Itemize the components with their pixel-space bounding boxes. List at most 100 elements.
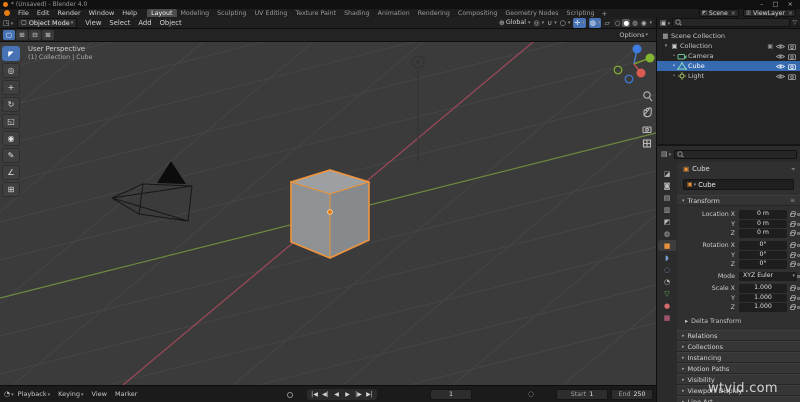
gizmo-y-axis[interactable] xyxy=(645,53,655,63)
show-overlays-toggle[interactable]: ◍ xyxy=(588,17,602,28)
jump-to-start-button[interactable]: |◀ xyxy=(309,389,320,400)
lock-icon[interactable] xyxy=(790,251,796,258)
tool-measure[interactable]: ∠ xyxy=(2,165,20,180)
viewport-canvas[interactable] xyxy=(0,42,656,385)
outliner-row-scene-collection[interactable]: ▦ Scene Collection xyxy=(657,31,800,41)
pivot-point-dropdown[interactable]: ◎ xyxy=(534,18,545,28)
outliner-row-light[interactable]: • Light xyxy=(657,71,800,81)
options-dropdown[interactable]: Options xyxy=(619,31,653,39)
lock-icon[interactable] xyxy=(790,261,796,267)
collection-checkbox-icon[interactable]: ▣ xyxy=(767,43,773,50)
location-y-field[interactable]: 0 m xyxy=(739,219,787,228)
proportional-editing-dropdown[interactable]: ○ xyxy=(560,18,571,28)
navigation-gizmo[interactable] xyxy=(613,44,655,84)
blender-app-menu[interactable] xyxy=(0,10,14,16)
select-mode-subtract-button[interactable]: ⊟ xyxy=(29,30,41,40)
show-gizmo-toggle[interactable]: ✛ xyxy=(573,17,586,28)
select-mode-extend-button[interactable]: ⊞ xyxy=(16,30,28,40)
hide-eye-icon[interactable] xyxy=(776,53,785,60)
properties-editor-icon[interactable]: ▤ xyxy=(661,150,671,158)
frame-start-field[interactable]: Start 1 xyxy=(556,389,608,400)
filter-icon[interactable]: ▽ xyxy=(792,19,797,26)
gizmo-x-axis[interactable] xyxy=(636,68,646,78)
tab-render[interactable]: ◙ xyxy=(658,180,676,191)
tab-world[interactable]: ◍ xyxy=(658,228,676,239)
menu-object[interactable]: Object xyxy=(156,19,186,27)
maximize-button[interactable]: □ xyxy=(772,0,778,9)
tool-scale[interactable]: ◱ xyxy=(2,114,20,129)
tool-annotate[interactable]: ✎ xyxy=(2,148,20,163)
outliner-display-mode-icon[interactable]: ▣ xyxy=(660,19,670,27)
next-keyframe-button[interactable]: |▶ xyxy=(353,389,364,400)
properties-search-input[interactable] xyxy=(674,149,797,159)
tab-object[interactable]: ■ xyxy=(658,240,676,251)
panel-motion-paths[interactable]: ▸ Motion Paths xyxy=(677,363,800,374)
timeline-menu-keying[interactable]: Keying xyxy=(54,390,87,398)
auto-keyframe-button[interactable] xyxy=(287,392,293,398)
tool-rotate[interactable]: ↻ xyxy=(2,97,20,112)
tab-scene[interactable]: ◩ xyxy=(658,216,676,227)
rotation-y-field[interactable]: 0° xyxy=(739,250,787,259)
scene-unlink-icon[interactable]: × xyxy=(731,10,736,17)
panel-instancing[interactable]: ▸ Instancing xyxy=(677,352,800,363)
hide-eye-icon[interactable] xyxy=(776,73,785,80)
gizmo-z-axis[interactable] xyxy=(632,44,642,54)
transform-orientation-dropdown[interactable]: ⊕ Global xyxy=(499,18,530,28)
tab-object-data[interactable]: ▽ xyxy=(658,288,676,299)
tool-transform[interactable]: ◉ xyxy=(2,131,20,146)
disable-render-camera-icon[interactable] xyxy=(788,63,797,70)
scale-y-field[interactable]: 1.000 xyxy=(739,293,787,302)
minimize-button[interactable]: – xyxy=(760,0,763,9)
menu-add[interactable]: Add xyxy=(134,19,155,27)
tool-move[interactable]: + xyxy=(2,80,20,95)
tab-material[interactable]: ● xyxy=(658,300,676,311)
panel-line-art[interactable]: ▸ Line Art xyxy=(677,396,800,402)
menu-view[interactable]: View xyxy=(81,19,105,27)
previous-keyframe-button[interactable]: ◀| xyxy=(320,389,331,400)
scale-z-field[interactable]: 1.000 xyxy=(739,303,787,312)
jump-to-end-button[interactable]: ▶| xyxy=(364,389,375,400)
location-z-field[interactable]: 0 m xyxy=(739,229,787,238)
lock-icon[interactable] xyxy=(790,304,796,310)
view-layer-remove-icon[interactable]: × xyxy=(788,10,793,17)
tab-view-layer[interactable]: ▥ xyxy=(658,204,676,215)
light-object[interactable] xyxy=(411,55,425,162)
shading-rendered-button[interactable]: ◉ xyxy=(640,19,648,27)
snap-dropdown[interactable]: ∪ xyxy=(547,18,557,28)
lock-icon[interactable] xyxy=(790,285,796,291)
lock-icon[interactable] xyxy=(790,294,796,301)
rotation-z-field[interactable]: 0° xyxy=(739,260,787,269)
disable-render-camera-icon[interactable] xyxy=(788,53,797,60)
delta-transform-panel[interactable]: ▸ Delta Transform xyxy=(677,316,800,326)
panel-collections[interactable]: ▸ Collections xyxy=(677,341,800,352)
outliner-row-camera[interactable]: • Camera xyxy=(657,51,800,61)
pin-id-icon[interactable]: ⌖ xyxy=(791,165,795,174)
hide-eye-icon[interactable] xyxy=(776,63,785,70)
outliner-row-cube[interactable]: • Cube xyxy=(657,61,800,71)
xray-toggle[interactable]: ▱ xyxy=(604,18,609,28)
timeline-menu-view[interactable]: View xyxy=(88,390,111,398)
cube-object[interactable] xyxy=(289,169,371,259)
select-mode-intersect-button[interactable]: ⊠ xyxy=(42,30,54,40)
timeline-editor-icon[interactable]: ◔ xyxy=(4,390,14,398)
panel-menu-icon[interactable]: ≡ xyxy=(790,197,795,204)
timeline-menu-playback[interactable]: Playback xyxy=(14,390,55,398)
outliner-row-collection[interactable]: ▾ ▣ Collection ▣ xyxy=(657,41,800,51)
tab-output[interactable]: ▤ xyxy=(658,192,676,203)
lock-icon[interactable] xyxy=(790,242,796,248)
shading-wireframe-button[interactable]: ○ xyxy=(614,19,622,27)
keying-set-icon[interactable]: ◌ xyxy=(528,390,534,398)
object-name-field[interactable]: ▣ Cube xyxy=(683,179,794,190)
editor-type-icon[interactable]: ◳ xyxy=(3,19,13,27)
scene-selector[interactable]: ◩ Scene × xyxy=(698,9,739,17)
tab-constraints[interactable]: ◔ xyxy=(658,276,676,287)
gizmo-y-neg-axis[interactable] xyxy=(613,65,623,75)
tool-select-box[interactable]: ◤ xyxy=(2,46,20,61)
tab-modifiers[interactable]: ◗ xyxy=(658,252,676,263)
viewport-3d[interactable]: User Perspective (1) Collection | Cube ◤… xyxy=(0,42,656,385)
mode-dropdown[interactable]: ▢ Object Mode xyxy=(17,17,78,28)
gizmo-z-neg-axis[interactable] xyxy=(624,74,634,84)
disable-render-camera-icon[interactable] xyxy=(788,43,797,50)
view-layer-selector[interactable]: ▥ ViewLayer × xyxy=(742,9,796,17)
tab-texture[interactable]: ▦ xyxy=(658,312,676,323)
